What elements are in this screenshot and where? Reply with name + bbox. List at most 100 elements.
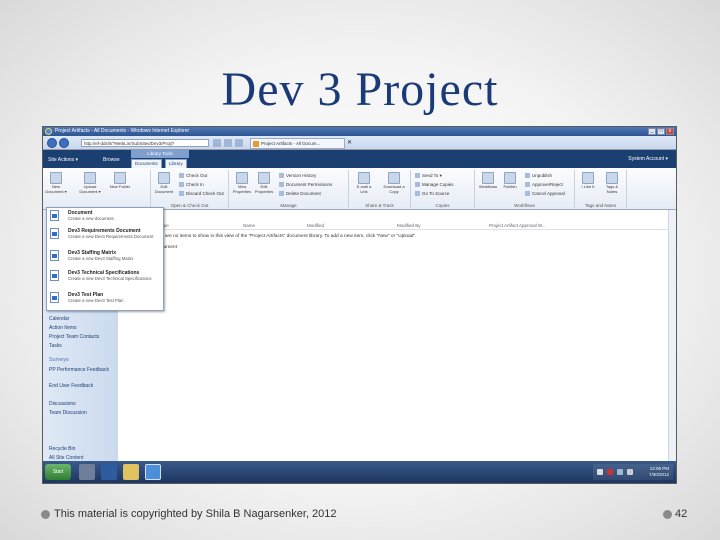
nav-end-user-feedback[interactable]: End User Feedback [49,383,93,389]
workflows-button[interactable]: Workflows [477,172,499,190]
nav-action-items[interactable]: Action Items [49,325,77,331]
ribbon-group-workflows: Workflows Publish Unpublish Approve/Reje… [475,170,575,208]
version-history-button[interactable]: Version History [279,173,316,178]
ribbon-group-tags: I Like It Tags & Notes Tags and Notes [575,170,627,208]
ribbon-group-share: E-mail a Link Download a Copy Share & Tr… [349,170,411,208]
new-document-button[interactable]: New Document ▾ [45,172,67,194]
menu-item-dev3-test-plan[interactable]: Dev3 Test Plan Create a new Dev3 Test Pl… [47,291,163,310]
publish-button[interactable]: Publish [499,172,521,190]
menu-item-dev3-requirements[interactable]: Dev3 Requirements Document Create a new … [47,227,163,246]
tags-notes-button[interactable]: Tags & Notes [601,172,623,194]
group-label-manage: Manage [280,203,297,208]
refresh-icon[interactable] [213,139,221,147]
site-actions-menu[interactable]: Site Actions ▾ [48,157,78,163]
word-document-icon [50,250,59,261]
system-account-menu[interactable]: System Account ▾ [628,156,668,162]
slide-title: Dev 3 Project [221,63,499,116]
menu-item-dev3-staffing-matrix[interactable]: Dev3 Staffing Matrix Create a new Dev3 S… [47,249,163,268]
i-like-it-button[interactable]: I Like It [577,172,599,190]
workflows-icon [482,172,494,184]
group-label-share: Share & Track [365,203,394,208]
group-label-copies: Copies [435,203,450,208]
group-label-tags: Tags and Notes [584,203,617,208]
page-number: 42 [675,508,688,520]
nav-calendar[interactable]: Calendar [49,316,69,322]
explorer-icon[interactable] [123,464,139,480]
download-copy-button[interactable]: Download a Copy [383,172,405,194]
tab-browse[interactable]: Browse [103,157,120,163]
footer-bullet-icon [41,510,50,519]
document-permissions-button[interactable]: Document Permissions [279,182,332,187]
favorites-icon[interactable] [235,139,243,147]
scrollbar[interactable] [668,210,676,462]
upload-icon [84,172,96,184]
address-bar[interactable]: http://ef-dds/it/?WebLin/SubSites/Dev3/P… [81,139,209,147]
new-document-dropdown: Document Create a new document. Dev3 Req… [46,207,164,311]
server-manager-icon[interactable] [79,464,95,480]
upload-document-button[interactable]: Upload Document ▾ [79,172,101,194]
go-to-source-button[interactable]: Go To Source [415,191,449,196]
stop-icon[interactable] [224,139,232,147]
nav-recycle-bin[interactable]: Recycle Bin [49,446,75,452]
tray-flag-icon[interactable] [607,469,613,475]
edit-properties-button[interactable]: Edit Properties [253,172,275,194]
minimize-button[interactable]: _ [648,128,656,135]
ribbon-group-new: New Document ▾ Upload Document ▾ New Fol… [43,170,151,208]
tag-icon [606,172,618,184]
column-modified[interactable]: Modified [307,223,324,228]
ribbon: New Document ▾ Upload Document ▾ New Fol… [43,168,676,210]
ribbon-group-copies: Send To ▾ Manage Copies Go To Source Cop… [411,170,475,208]
tray-arrow-icon[interactable] [597,469,603,475]
start-button[interactable]: Start [45,464,71,480]
powershell-icon[interactable] [101,464,117,480]
word-document-icon [50,228,59,239]
nav-team-discussion[interactable]: Team Discussion [49,410,87,416]
delete-document-button[interactable]: Delete Document [279,191,321,196]
list-column-headers: Type Name Modified Modified By Project A… [153,223,673,230]
library-tools-label: Library Tools [131,150,189,158]
email-link-button[interactable]: E-mail a Link [353,172,375,194]
column-name[interactable]: Name [243,223,255,228]
address-toolbar: http://ef-dds/it/?WebLin/SubSites/Dev3/P… [43,136,676,150]
document-icon [50,210,59,221]
browser-tab[interactable]: Project Artifacts - All Docum... [250,138,345,149]
forward-icon[interactable] [59,138,69,148]
ribbon-header: Site Actions ▾ Browse Library Tools Docu… [43,150,676,168]
cancel-approval-button[interactable]: Cancel Approval [525,191,565,196]
maximize-button[interactable]: □ [657,128,665,135]
edit-document-button[interactable]: Edit Document [153,172,175,194]
nav-surveys-heading[interactable]: Surveys [49,357,69,363]
nav-discussions[interactable]: Discussions [49,401,76,407]
page-number-bullet-icon [663,510,672,519]
send-to-button[interactable]: Send To ▾ [415,173,442,179]
tab-close-icon[interactable]: ✕ [347,139,352,146]
menu-item-dev3-technical-specs[interactable]: Dev3 Technical Specifications Create a n… [47,269,163,288]
close-button[interactable]: x [666,128,674,135]
back-icon[interactable] [47,138,57,148]
unpublish-button[interactable]: Unpublish [525,173,552,178]
nav-tasks[interactable]: Tasks [49,343,62,349]
check-out-button[interactable]: Check Out [179,173,207,178]
check-in-button[interactable]: Check In [179,182,204,187]
view-properties-button[interactable]: View Properties [231,172,253,194]
manage-copies-button[interactable]: Manage Copies [415,182,454,187]
discard-check-out-button[interactable]: Discard Check Out [179,191,224,196]
clock[interactable]: 12:06 PM 7/30/2012 [649,466,669,478]
nav-project-team-contacts[interactable]: Project Team Contacts [49,334,99,340]
approve-reject-button[interactable]: Approve/Reject [525,182,563,187]
tray-volume-icon[interactable] [627,469,633,475]
nav-pp-performance-feedback[interactable]: PP Performance Feedback [49,367,109,373]
tray-network-icon[interactable] [617,469,623,475]
tab-library[interactable]: Library [165,159,187,168]
system-tray: 12:06 PM 7/30/2012 [593,464,673,480]
menu-item-document[interactable]: Document Create a new document. [47,209,163,228]
edit-document-icon [158,172,170,184]
download-icon [388,172,400,184]
internet-explorer-icon[interactable] [145,464,161,480]
new-folder-button[interactable]: New Folder [109,172,131,190]
column-modified-by[interactable]: Modified By [397,223,421,228]
tab-documents[interactable]: Documents [131,159,162,168]
windows-taskbar: Start 12:06 PM 7/30/2012 [43,461,676,483]
ie-screenshot: Project Artifacts - All Documents - Wind… [42,126,677,484]
column-approval[interactable]: Project Artifact Approval W... [489,223,546,228]
